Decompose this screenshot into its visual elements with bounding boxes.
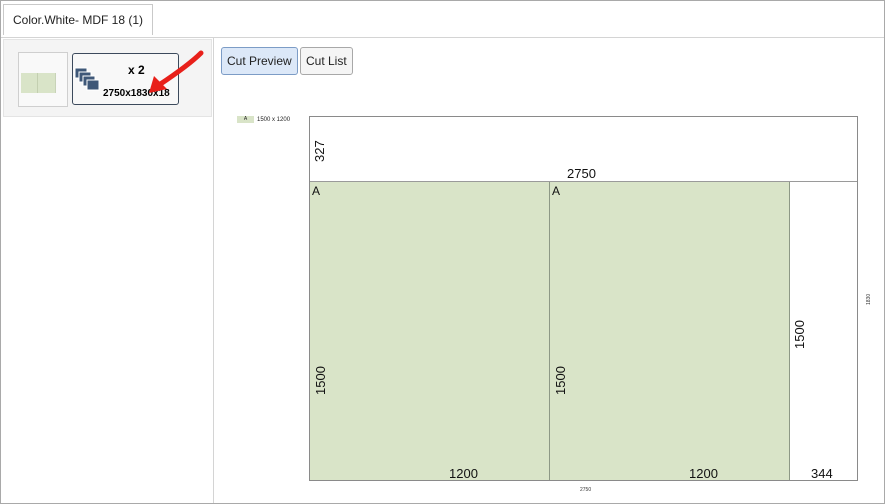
- cut-sheet-preview: 327 2750 A 1500 1200 A 1500 1200 1500 34…: [309, 116, 858, 481]
- mini-part-divider: [37, 73, 38, 93]
- sheet-side-dimension: 1830: [866, 293, 872, 305]
- cut-list-button[interactable]: Cut List: [300, 47, 353, 75]
- main-window: Color.White- MDF 18 (1) x 2 2750x1830x18: [0, 0, 885, 504]
- top-strip-height-label: 327: [312, 140, 327, 162]
- legend: A 1500 x 1200: [237, 116, 290, 123]
- sheets-stack-icon: [74, 67, 100, 91]
- sheet-list-pane: x 2 2750x1830x18: [1, 38, 214, 503]
- legend-text: 1500 x 1200: [257, 116, 291, 123]
- remainder-height-label: 1500: [792, 320, 807, 349]
- legend-swatch: A: [237, 116, 254, 123]
- part-height-label: 1500: [313, 366, 328, 395]
- part-a-2[interactable]: A 1500 1200: [550, 182, 790, 481]
- part-a-1[interactable]: A 1500 1200: [310, 182, 550, 481]
- part-height-label: 1500: [553, 366, 568, 395]
- mini-part-preview: [21, 73, 56, 93]
- part-width-label: 1200: [449, 466, 478, 481]
- sheet-thumbnail-mini[interactable]: [18, 52, 68, 107]
- part-width-label: 1200: [689, 466, 718, 481]
- part-label: A: [312, 184, 321, 198]
- red-arrow-annotation: [149, 50, 204, 93]
- part-label: A: [552, 184, 561, 198]
- remainder-width-label: 344: [811, 466, 833, 481]
- cut-preview-button[interactable]: Cut Preview: [221, 47, 298, 75]
- tab-material[interactable]: Color.White- MDF 18 (1): [3, 4, 154, 35]
- sheet-bottom-dimension: 2750: [580, 487, 592, 493]
- top-strip-width-label: 2750: [567, 166, 596, 181]
- tab-bar: Color.White- MDF 18 (1): [1, 1, 884, 38]
